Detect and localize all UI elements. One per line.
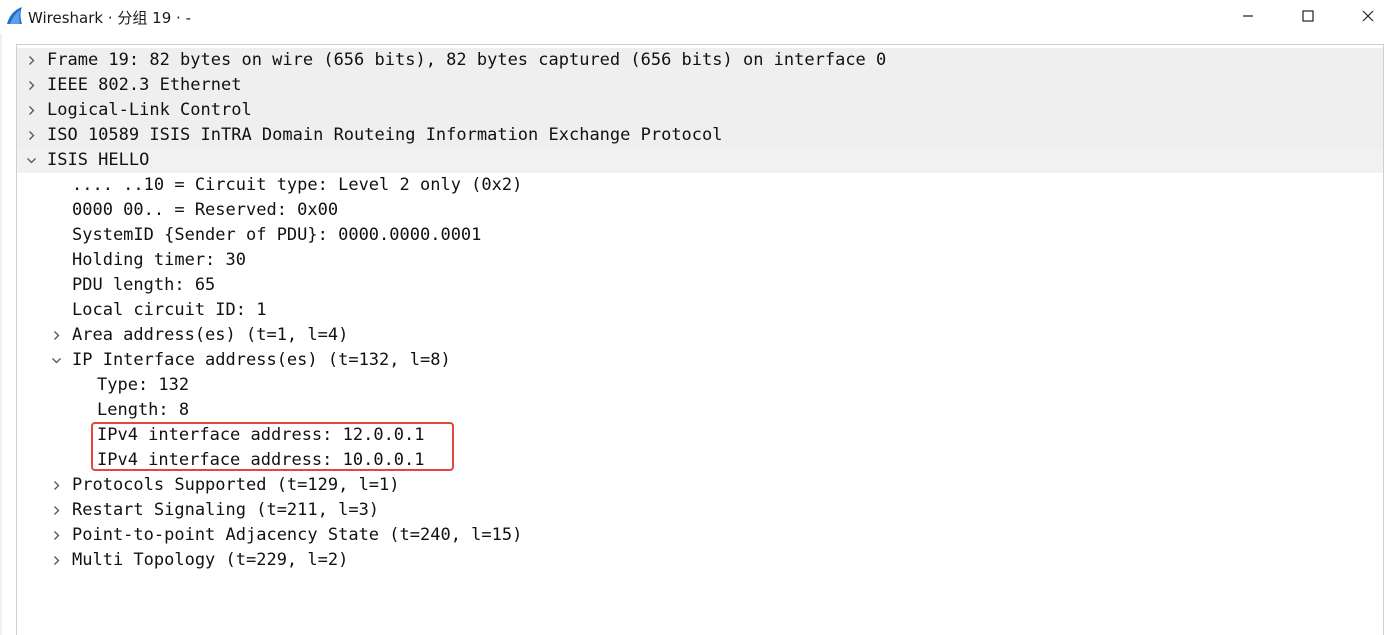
chevron-right-icon[interactable] bbox=[26, 105, 37, 116]
tree-node-p2p-adjacency-state[interactable]: Point-to-point Adjacency State (t=240, l… bbox=[17, 523, 1383, 548]
minimize-icon bbox=[1243, 15, 1253, 17]
chevron-down-icon[interactable] bbox=[51, 355, 62, 366]
tree-node-label: Multi Topology (t=229, l=2) bbox=[72, 550, 349, 570]
tree-node-restart-signaling[interactable]: Restart Signaling (t=211, l=3) bbox=[17, 498, 1383, 523]
tree-field-label: Holding timer: 30 bbox=[72, 250, 246, 270]
tree-node-frame[interactable]: Frame 19: 82 bytes on wire (656 bits), 8… bbox=[17, 48, 1383, 73]
tree-field-label: Local circuit ID: 1 bbox=[72, 300, 267, 320]
title-bar[interactable]: Wireshark · 分组 19 · - bbox=[0, 0, 1400, 34]
tree-field-label: IPv4 interface address: 10.0.0.1 bbox=[97, 450, 425, 470]
maximize-button[interactable] bbox=[1278, 0, 1338, 32]
packet-details-pane[interactable]: Frame 19: 82 bytes on wire (656 bits), 8… bbox=[16, 44, 1384, 635]
tree-node-ip-interface-addresses[interactable]: IP Interface address(es) (t=132, l=8) bbox=[17, 348, 1383, 373]
tree-node-ethernet[interactable]: IEEE 802.3 Ethernet bbox=[17, 73, 1383, 98]
tree-field-label: 0000 00.. = Reserved: 0x00 bbox=[72, 200, 339, 220]
window-title: Wireshark · 分组 19 · - bbox=[28, 9, 191, 27]
tree-field-ipv4-interface-address[interactable]: IPv4 interface address: 12.0.0.1 bbox=[17, 423, 1383, 448]
tree-field-local-circuit-id[interactable]: Local circuit ID: 1 bbox=[17, 298, 1383, 323]
tree-field-pdu-length[interactable]: PDU length: 65 bbox=[17, 273, 1383, 298]
wireshark-packet-window: Wireshark · 分组 19 · - Frame 19: 82 bytes… bbox=[0, 0, 1400, 635]
tree-field-label: IPv4 interface address: 12.0.0.1 bbox=[97, 425, 425, 445]
chevron-right-icon[interactable] bbox=[26, 130, 37, 141]
tree-node-label: Point-to-point Adjacency State (t=240, l… bbox=[72, 525, 523, 545]
close-icon bbox=[1362, 10, 1374, 22]
tree-node-label: IP Interface address(es) (t=132, l=8) bbox=[72, 350, 451, 370]
chevron-right-icon[interactable] bbox=[51, 330, 62, 341]
tree-field-label: Type: 132 bbox=[97, 375, 190, 395]
tree-node-multi-topology[interactable]: Multi Topology (t=229, l=2) bbox=[17, 548, 1383, 573]
tree-node-label: ISO 10589 ISIS InTRA Domain Routeing Inf… bbox=[47, 125, 723, 145]
tree-node-label: ISIS HELLO bbox=[47, 150, 150, 170]
tree-node-isis-hello[interactable]: ISIS HELLO bbox=[17, 148, 1383, 173]
tree-node-label: Restart Signaling (t=211, l=3) bbox=[72, 500, 380, 520]
window-left-edge bbox=[0, 34, 2, 635]
tree-field-label: SystemID {Sender of PDU}: 0000.0000.0001 bbox=[72, 225, 482, 245]
tree-node-area-addresses[interactable]: Area address(es) (t=1, l=4) bbox=[17, 323, 1383, 348]
tree-node-label: Area address(es) (t=1, l=4) bbox=[72, 325, 349, 345]
chevron-right-icon[interactable] bbox=[51, 530, 62, 541]
tree-node-protocols-supported[interactable]: Protocols Supported (t=129, l=1) bbox=[17, 473, 1383, 498]
maximize-icon bbox=[1302, 10, 1314, 22]
tree-field-label: PDU length: 65 bbox=[72, 275, 216, 295]
tree-field-tlv-length[interactable]: Length: 8 bbox=[17, 398, 1383, 423]
tree-node-isis[interactable]: ISO 10589 ISIS InTRA Domain Routeing Inf… bbox=[17, 123, 1383, 148]
tree-node-label: Frame 19: 82 bytes on wire (656 bits), 8… bbox=[47, 50, 887, 70]
chevron-right-icon[interactable] bbox=[26, 80, 37, 91]
chevron-right-icon[interactable] bbox=[51, 555, 62, 566]
close-button[interactable] bbox=[1338, 0, 1398, 32]
tree-field-system-id[interactable]: SystemID {Sender of PDU}: 0000.0000.0001 bbox=[17, 223, 1383, 248]
tree-field-circuit-type[interactable]: .... ..10 = Circuit type: Level 2 only (… bbox=[17, 173, 1383, 198]
tree-field-label: Length: 8 bbox=[97, 400, 190, 420]
tree-node-label: IEEE 802.3 Ethernet bbox=[47, 75, 242, 95]
tree-node-label: Protocols Supported (t=129, l=1) bbox=[72, 475, 400, 495]
tree-field-holding-timer[interactable]: Holding timer: 30 bbox=[17, 248, 1383, 273]
tree-field-ipv4-interface-address[interactable]: IPv4 interface address: 10.0.0.1 bbox=[17, 448, 1383, 473]
protocol-tree[interactable]: Frame 19: 82 bytes on wire (656 bits), 8… bbox=[17, 48, 1383, 573]
chevron-down-icon[interactable] bbox=[26, 155, 37, 166]
chevron-right-icon[interactable] bbox=[51, 505, 62, 516]
minimize-button[interactable] bbox=[1218, 0, 1278, 32]
tree-field-reserved[interactable]: 0000 00.. = Reserved: 0x00 bbox=[17, 198, 1383, 223]
tree-field-label: .... ..10 = Circuit type: Level 2 only (… bbox=[72, 175, 523, 195]
chevron-right-icon[interactable] bbox=[26, 55, 37, 66]
wireshark-fin-icon bbox=[7, 7, 22, 24]
tree-node-label: Logical-Link Control bbox=[47, 100, 252, 120]
tree-node-llc[interactable]: Logical-Link Control bbox=[17, 98, 1383, 123]
chevron-right-icon[interactable] bbox=[51, 480, 62, 491]
tree-field-tlv-type[interactable]: Type: 132 bbox=[17, 373, 1383, 398]
